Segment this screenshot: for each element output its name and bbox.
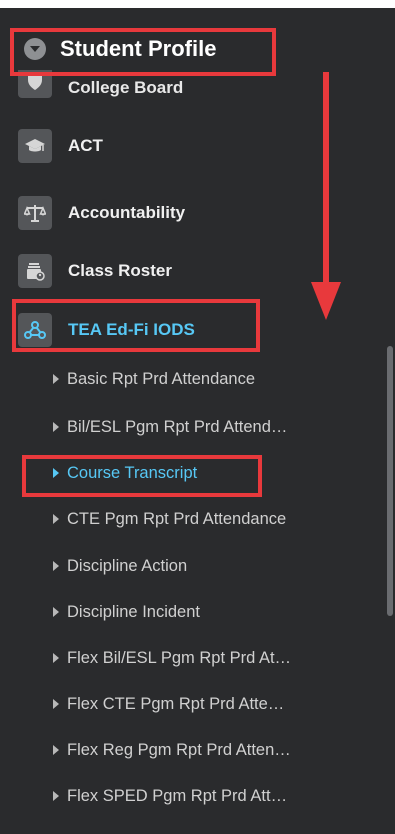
- sub-item-partial[interactable]: [53, 826, 67, 834]
- sub-item-discipline-action[interactable]: Discipline Action: [53, 553, 187, 579]
- sub-item-label: Bil/ESL Pgm Rpt Prd Attend…: [67, 417, 288, 436]
- roster-icon: [18, 254, 52, 288]
- network-icon: [18, 313, 52, 347]
- nav-item-label: TEA Ed-Fi IODS: [68, 320, 195, 339]
- caret-right-icon: [53, 374, 59, 384]
- sub-item-flex-sped[interactable]: Flex SPED Pgm Rpt Prd Att…: [53, 783, 287, 809]
- caret-right-icon: [53, 745, 59, 755]
- sub-item-label: Flex Reg Pgm Rpt Prd Atten…: [67, 740, 291, 759]
- sub-item-flex-bil-esl[interactable]: Flex Bil/ESL Pgm Rpt Prd At…: [53, 645, 291, 671]
- chevron-down-circle-icon: [24, 38, 46, 60]
- section-header-student-profile[interactable]: Student Profile: [24, 36, 216, 62]
- sub-item-discipline-incident[interactable]: Discipline Incident: [53, 599, 200, 625]
- caret-right-icon: [53, 514, 59, 524]
- sub-item-label: Flex SPED Pgm Rpt Prd Att…: [67, 786, 288, 805]
- nav-item-tea-ed-fi-iods[interactable]: TEA Ed-Fi IODS: [18, 310, 195, 350]
- nav-item-act[interactable]: ACT: [18, 126, 103, 166]
- sub-item-flex-cte[interactable]: Flex CTE Pgm Rpt Prd Atte…: [53, 691, 284, 717]
- nav-item-label: Accountability: [68, 203, 186, 222]
- nav-item-accountability[interactable]: Accountability: [18, 193, 185, 233]
- nav-item-label: ACT: [68, 136, 103, 155]
- balance-scale-icon: [18, 196, 52, 230]
- sub-item-label: Course Transcript: [67, 463, 198, 482]
- sub-item-cte-pgm[interactable]: CTE Pgm Rpt Prd Attendance: [53, 506, 286, 532]
- section-header-title: Student Profile: [60, 36, 217, 61]
- nav-menu: College Board Student Profile ACT Accoun…: [0, 8, 370, 834]
- caret-right-icon: [53, 653, 59, 663]
- nav-item-class-roster[interactable]: Class Roster: [18, 251, 172, 291]
- sub-item-flex-reg[interactable]: Flex Reg Pgm Rpt Prd Atten…: [53, 737, 291, 763]
- sub-item-label: Discipline Action: [67, 556, 188, 575]
- graduation-cap-icon: [18, 129, 52, 163]
- caret-right-icon: [53, 791, 59, 801]
- nav-item-label: Class Roster: [68, 261, 172, 280]
- sub-item-basic-rpt-prd-attendance[interactable]: Basic Rpt Prd Attendance: [53, 366, 255, 392]
- caret-right-icon: [53, 422, 59, 432]
- sub-item-course-transcript[interactable]: Course Transcript: [53, 460, 197, 486]
- sub-item-label: Basic Rpt Prd Attendance: [67, 369, 256, 388]
- caret-right-icon: [53, 468, 59, 478]
- scrollbar-thumb[interactable]: [387, 346, 393, 616]
- nav-item-label: College Board: [68, 78, 184, 97]
- sub-item-label: Flex Bil/ESL Pgm Rpt Prd At…: [67, 648, 292, 667]
- navigation-panel: College Board Student Profile ACT Accoun…: [0, 8, 395, 834]
- sub-item-label: CTE Pgm Rpt Prd Attendance: [67, 509, 287, 528]
- caret-right-icon: [53, 607, 59, 617]
- shield-icon: [18, 70, 52, 98]
- caret-right-icon: [53, 561, 59, 571]
- nav-item-college-board[interactable]: College Board: [18, 70, 183, 104]
- sub-item-bil-esl-pgm[interactable]: Bil/ESL Pgm Rpt Prd Attend…: [53, 414, 287, 440]
- caret-right-icon: [53, 699, 59, 709]
- sub-item-label: Flex CTE Pgm Rpt Prd Atte…: [67, 694, 285, 713]
- sub-item-label: Discipline Incident: [67, 602, 200, 621]
